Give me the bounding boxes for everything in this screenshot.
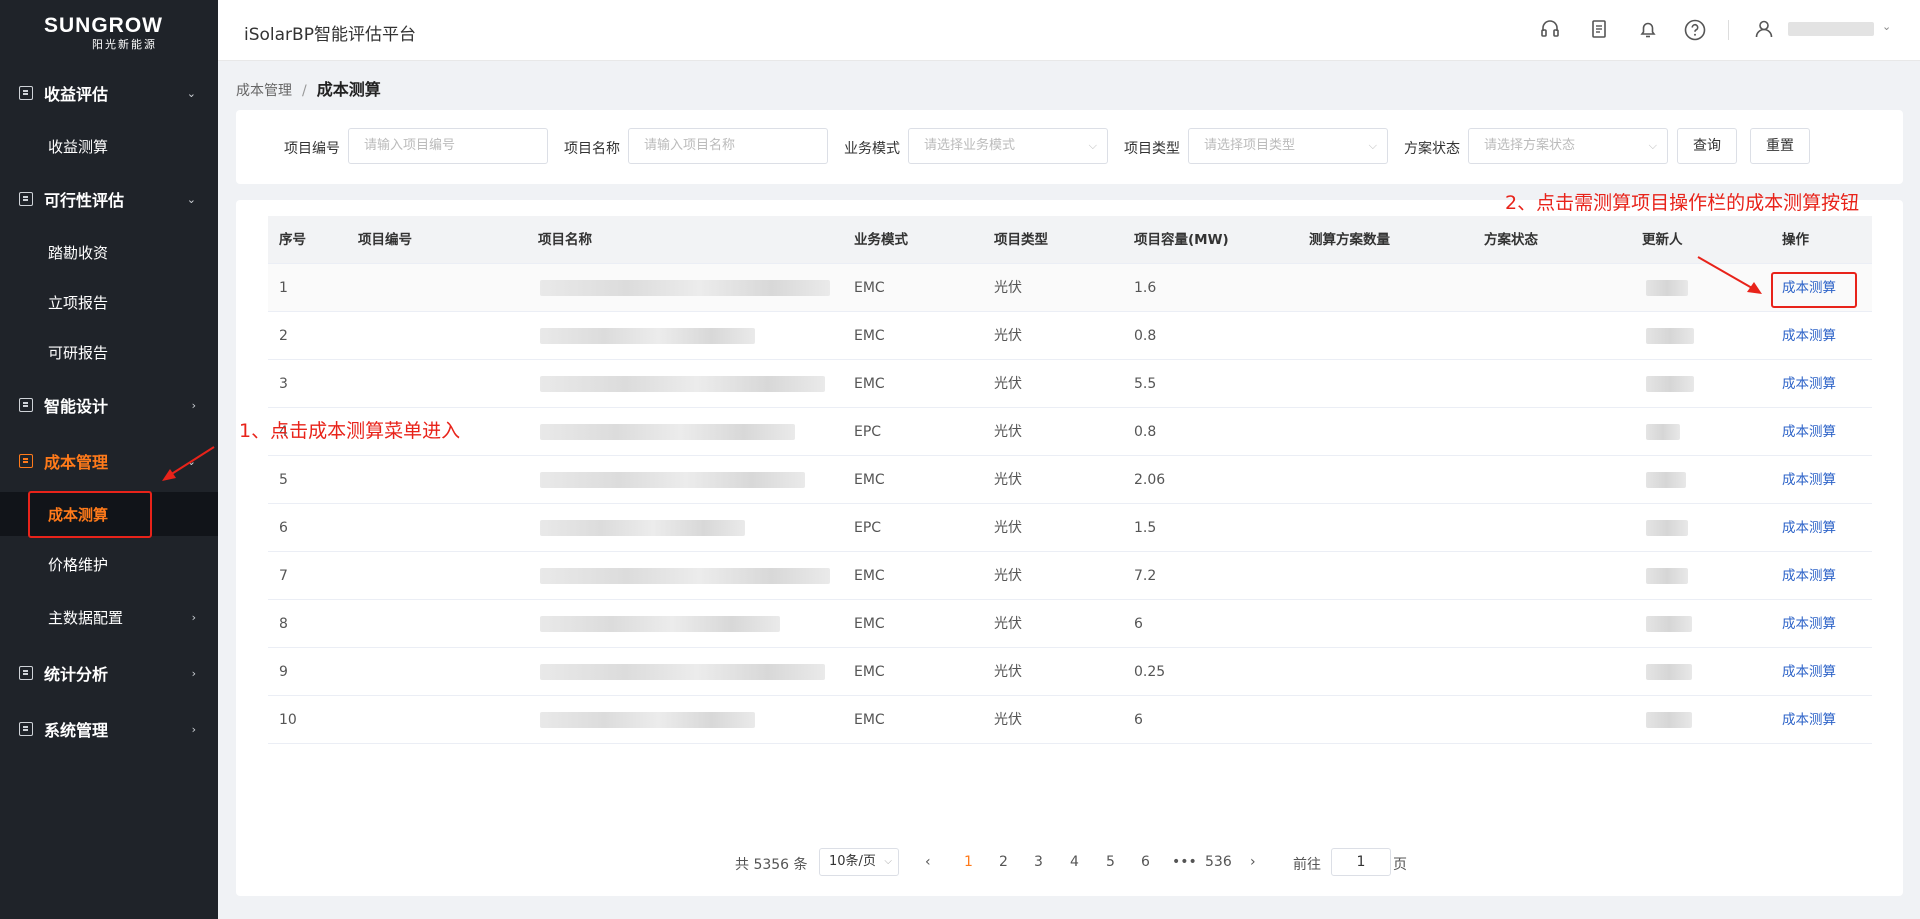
highlight-box-menu (28, 491, 152, 538)
annotation-step-1: 1、点击成本测算菜单进入 (239, 420, 461, 442)
highlight-box-action (1771, 272, 1857, 308)
arrow-to-action (1697, 256, 1753, 289)
arrow-to-menu (169, 446, 215, 476)
arrow-head-menu (162, 469, 176, 481)
annotation-arrows (162, 256, 1762, 481)
annotation-step-2: 2、点击需测算项目操作栏的成本测算按钮 (1505, 192, 1860, 214)
arrow-head-action (1747, 282, 1762, 294)
